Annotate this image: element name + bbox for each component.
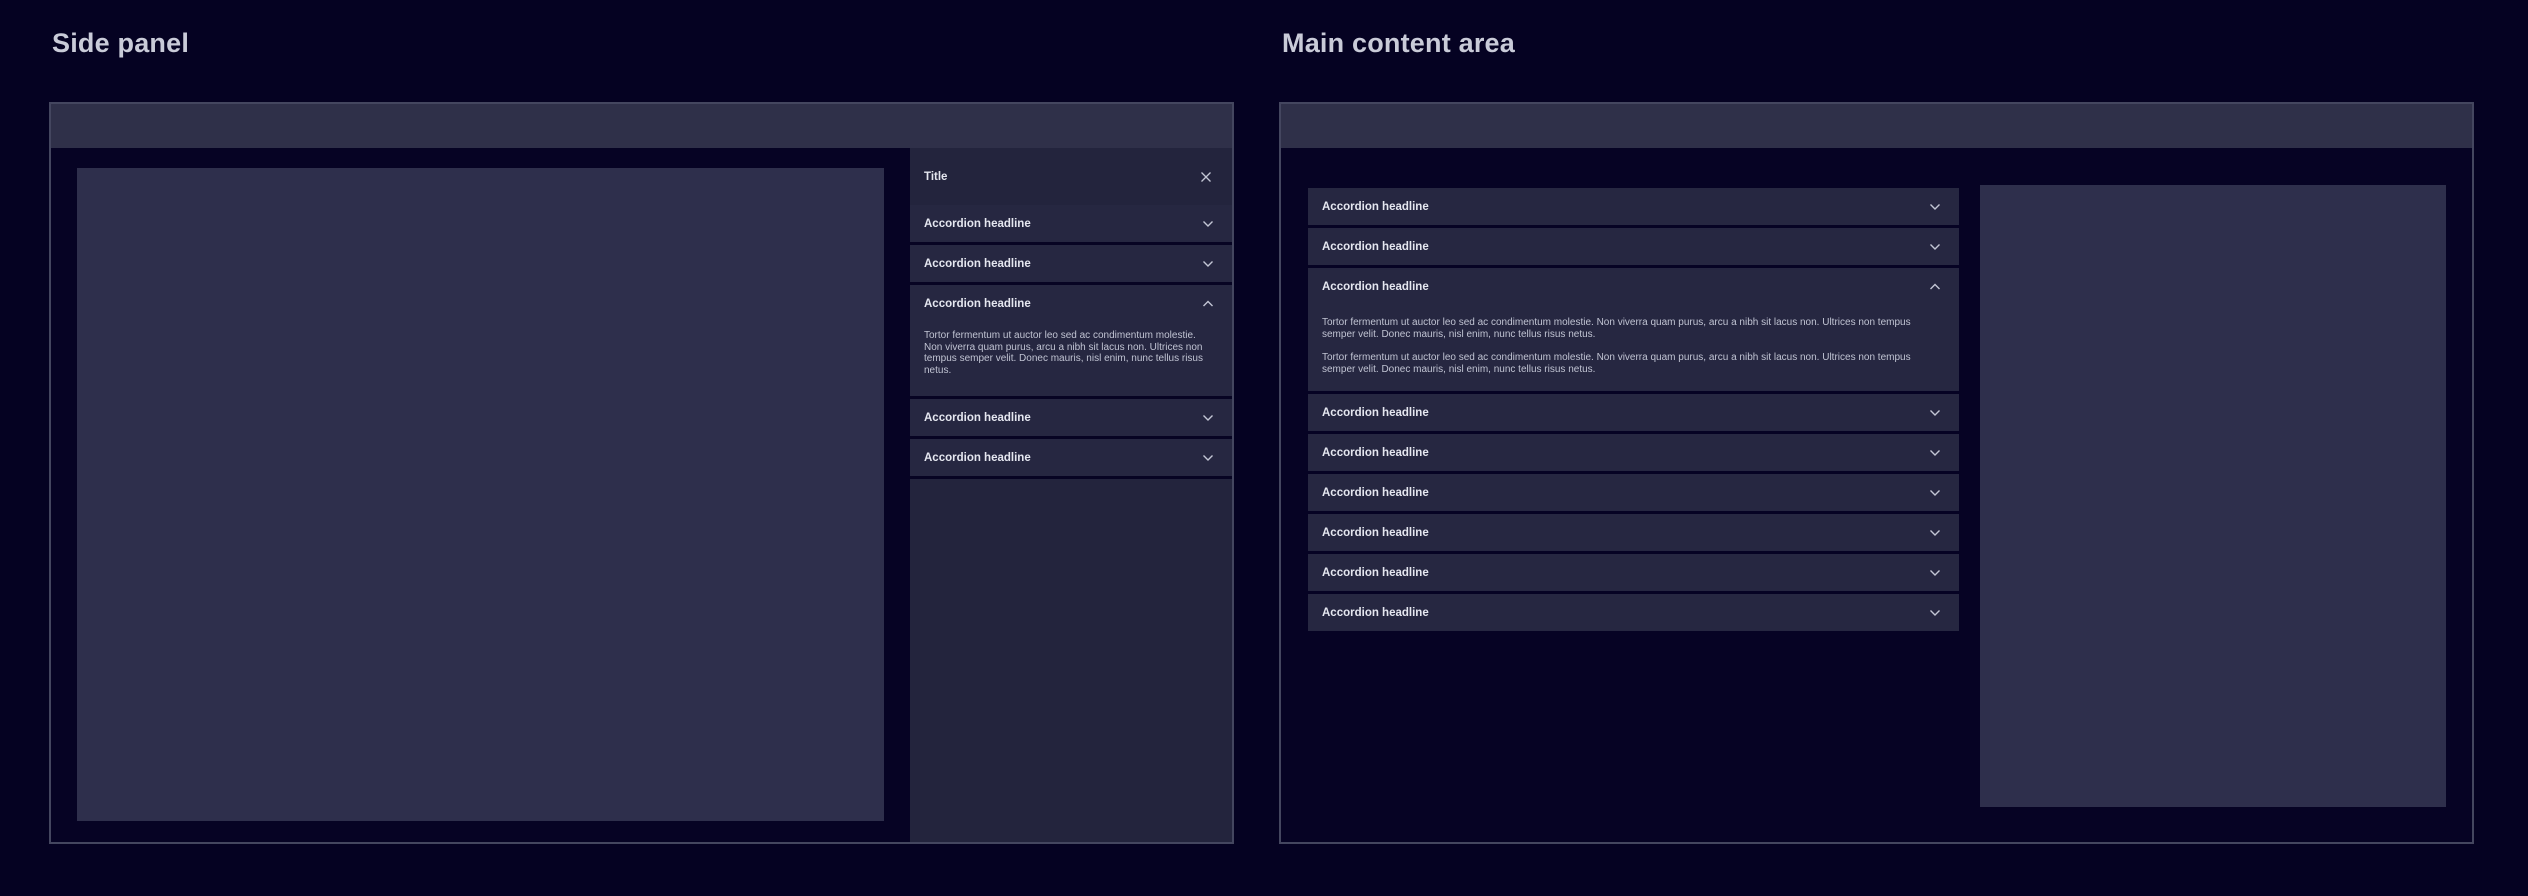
main-content-card: Accordion headline Accordion headline Ac… (1279, 102, 2474, 844)
accordion-item: Accordion headline (1308, 594, 1959, 631)
content-placeholder (77, 168, 884, 821)
card-header-bar (51, 104, 1232, 148)
side-panel-card: Title Accordion headline (49, 102, 1234, 844)
accordion-headline: Accordion headline (1322, 201, 1929, 213)
accordion-item: Accordion headline (1308, 514, 1959, 551)
accordion-header[interactable]: Accordion headline (1308, 228, 1959, 265)
chevron-down-icon (1929, 243, 1941, 251)
accordion-header[interactable]: Accordion headline (910, 285, 1232, 322)
accordion-headline: Accordion headline (1322, 607, 1929, 619)
accordion-header[interactable]: Accordion headline (1308, 434, 1959, 471)
chevron-down-icon (1202, 220, 1214, 228)
side-panel: Title Accordion headline (910, 148, 1232, 842)
accordion-content: Tortor fermentum ut auctor leo sed ac co… (910, 322, 1232, 396)
accordion-paragraph: Tortor fermentum ut auctor leo sed ac co… (1322, 352, 1939, 375)
chevron-down-icon (1929, 529, 1941, 537)
accordion-content: Tortor fermentum ut auctor leo sed ac co… (1308, 305, 1959, 391)
chevron-up-icon (1929, 283, 1941, 291)
chevron-down-icon (1202, 414, 1214, 422)
side-panel-title-row: Title (910, 148, 1232, 205)
accordion-headline: Accordion headline (1322, 567, 1929, 579)
accordion-headline: Accordion headline (924, 452, 1202, 464)
accordion-headline: Accordion headline (1322, 447, 1929, 459)
accordion-header[interactable]: Accordion headline (1308, 554, 1959, 591)
accordion-header[interactable]: Accordion headline (1308, 594, 1959, 631)
accordion-header[interactable]: Accordion headline (1308, 394, 1959, 431)
chevron-down-icon (1929, 609, 1941, 617)
content-placeholder (1980, 185, 2446, 807)
accordion-list: Accordion headline Accordion headline Ac… (1308, 188, 1959, 634)
accordion-paragraph: Tortor fermentum ut auctor leo sed ac co… (924, 330, 1206, 376)
accordion-paragraph: Tortor fermentum ut auctor leo sed ac co… (1322, 317, 1939, 340)
side-panel-section-heading: Side panel (52, 28, 189, 59)
accordion-header[interactable]: Accordion headline (910, 205, 1232, 242)
accordion-item: Accordion headline (910, 439, 1232, 479)
accordion-headline: Accordion headline (1322, 527, 1929, 539)
accordion-item: Accordion headline (1308, 188, 1959, 225)
accordion-header[interactable]: Accordion headline (1308, 474, 1959, 511)
accordion-header[interactable]: Accordion headline (1308, 268, 1959, 305)
accordion-item: Accordion headline (910, 399, 1232, 439)
chevron-down-icon (1202, 454, 1214, 462)
accordion-item: Accordion headline (910, 205, 1232, 245)
main-section-heading: Main content area (1282, 28, 1515, 59)
close-icon (1200, 171, 1212, 183)
accordion-headline: Accordion headline (924, 412, 1202, 424)
chevron-down-icon (1929, 409, 1941, 417)
accordion-item: Accordion headline (1308, 228, 1959, 265)
chevron-down-icon (1929, 203, 1941, 211)
accordion-headline: Accordion headline (924, 298, 1202, 310)
chevron-down-icon (1929, 449, 1941, 457)
accordion-header[interactable]: Accordion headline (1308, 514, 1959, 551)
accordion-header[interactable]: Accordion headline (910, 399, 1232, 436)
page: Side panel Title Accordion headline (0, 0, 2528, 896)
close-button[interactable] (1200, 171, 1212, 183)
accordion-headline: Accordion headline (924, 218, 1202, 230)
accordion-headline: Accordion headline (1322, 281, 1929, 293)
accordion-headline: Accordion headline (1322, 487, 1929, 499)
accordion-header[interactable]: Accordion headline (910, 245, 1232, 282)
chevron-down-icon (1929, 489, 1941, 497)
accordion-header[interactable]: Accordion headline (910, 439, 1232, 476)
accordion-headline: Accordion headline (1322, 407, 1929, 419)
accordion-item: Accordion headline (1308, 554, 1959, 591)
accordion-item: Accordion headline (1308, 394, 1959, 431)
accordion-item-expanded: Accordion headline Tortor fermentum ut a… (1308, 268, 1959, 391)
accordion-item: Accordion headline (910, 245, 1232, 285)
accordion-item: Accordion headline (1308, 474, 1959, 511)
accordion-header[interactable]: Accordion headline (1308, 188, 1959, 225)
chevron-down-icon (1202, 260, 1214, 268)
accordion-headline: Accordion headline (924, 258, 1202, 270)
chevron-up-icon (1202, 300, 1214, 308)
card-header-bar (1281, 104, 2472, 148)
accordion-headline: Accordion headline (1322, 241, 1929, 253)
accordion-item-expanded: Accordion headline Tortor fermentum ut a… (910, 285, 1232, 399)
chevron-down-icon (1929, 569, 1941, 577)
accordion-item: Accordion headline (1308, 434, 1959, 471)
side-panel-title: Title (924, 171, 1200, 183)
